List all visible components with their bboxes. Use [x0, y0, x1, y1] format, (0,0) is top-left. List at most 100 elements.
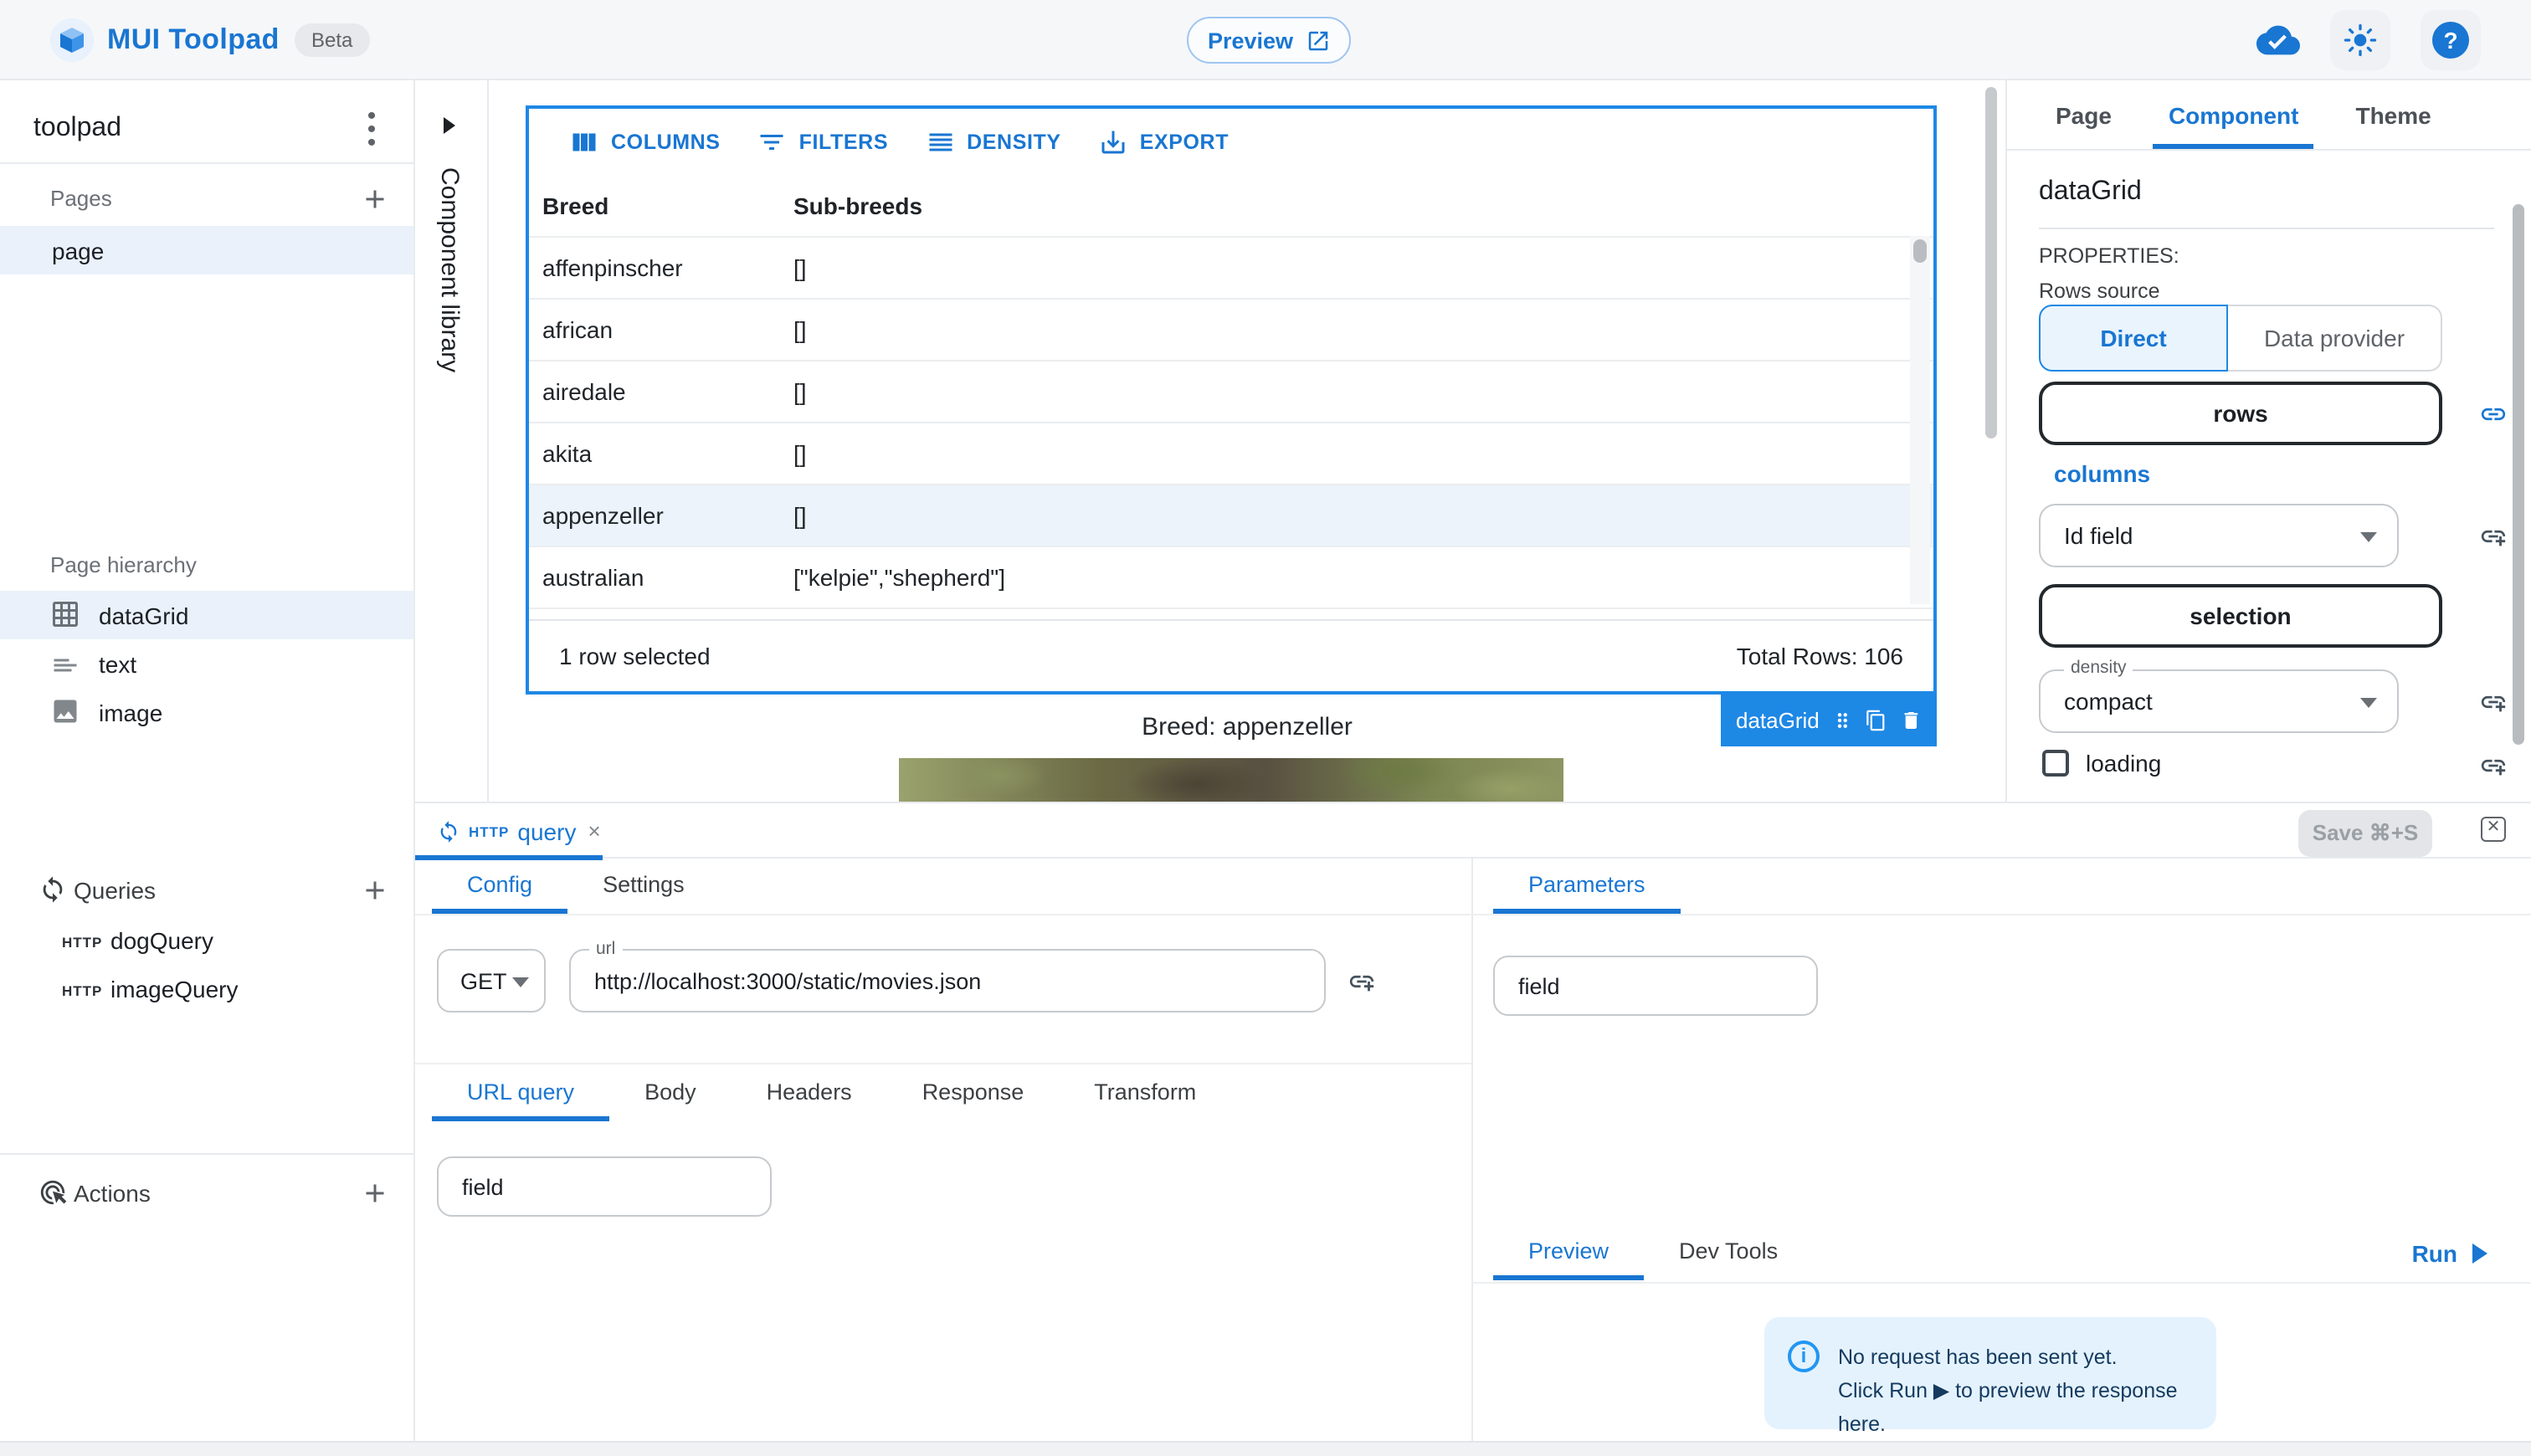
table-row[interactable]: airedale []	[529, 360, 1933, 422]
sidebar-item-page[interactable]: page	[0, 226, 413, 274]
column-header-subbreeds[interactable]: Sub-breeds	[780, 192, 1933, 219]
density-value: compact	[2064, 688, 2153, 715]
breed-cell[interactable]: australian	[529, 564, 780, 591]
breed-cell[interactable]: african	[529, 316, 780, 343]
divider	[0, 162, 413, 164]
column-header-breed[interactable]: Breed	[529, 192, 780, 219]
url-input[interactable]: http://localhost:3000/static/movies.json	[569, 949, 1326, 1013]
tab-devtools[interactable]: Dev Tools	[1644, 1222, 1813, 1280]
actions-icon	[39, 1178, 67, 1207]
image-component[interactable]	[899, 758, 1563, 802]
divider	[2039, 228, 2494, 229]
table-row[interactable]: akita []	[529, 422, 1933, 484]
text-component[interactable]: Breed: appenzeller	[489, 713, 2005, 741]
query-item-dogquery[interactable]: HTTP dogQuery	[0, 917, 413, 964]
breed-cell[interactable]: appenzeller	[529, 502, 780, 529]
add-query-button[interactable]	[360, 875, 390, 905]
datagrid-item-label: dataGrid	[99, 602, 188, 628]
id-field-select[interactable]: Id field	[2039, 504, 2399, 567]
parameter-field-input[interactable]: field	[1493, 956, 1818, 1016]
tab-theme[interactable]: Theme	[2327, 80, 2459, 149]
close-panel-icon[interactable]: ✕	[2481, 817, 2506, 842]
run-button[interactable]: Run	[2412, 1240, 2487, 1267]
query-sync-icon	[437, 819, 460, 843]
preview-tabs: Preview Dev Tools	[1493, 1222, 1813, 1280]
view-columns-icon	[569, 127, 599, 157]
tab-parameters[interactable]: Parameters	[1493, 855, 1681, 914]
breed-cell[interactable]: affenpinscher	[529, 254, 780, 281]
canvas-scrollbar[interactable]	[1985, 87, 1997, 438]
sidebar-item-image[interactable]: image	[0, 688, 413, 736]
scrollbar-thumb[interactable]	[1913, 239, 1927, 263]
component-library-panel[interactable]: Component library	[415, 80, 489, 802]
subbreeds-cell[interactable]: []	[780, 378, 1933, 405]
subbreeds-cell[interactable]: []	[780, 254, 1933, 281]
sidebar-item-text[interactable]: text	[0, 639, 413, 688]
selection-property-button[interactable]: selection	[2039, 584, 2442, 648]
preview-button[interactable]: Preview	[1187, 17, 1351, 64]
breed-cell[interactable]: akita	[529, 440, 780, 467]
sidebar-item-datagrid[interactable]: dataGrid	[0, 591, 413, 639]
open-in-new-icon	[1305, 28, 1330, 53]
component-name: dataGrid	[2039, 177, 2142, 208]
tab-preview[interactable]: Preview	[1493, 1222, 1644, 1280]
datagrid-component[interactable]: COLUMNS FILTERS DENSITY EXPORT Breed Sub…	[526, 105, 1937, 695]
rows-source-dataprovider-option[interactable]: Data provider	[2228, 305, 2442, 372]
bind-loading-link-icon[interactable]	[2479, 751, 2508, 780]
theme-toggle-button[interactable]	[2330, 10, 2390, 70]
query-item-imagequery[interactable]: HTTP imageQuery	[0, 966, 413, 1013]
method-select[interactable]: GET	[437, 949, 546, 1013]
divider	[0, 1153, 413, 1155]
subbreeds-cell[interactable]: ["kelpie","shepherd"]	[780, 564, 1933, 591]
tab-response[interactable]: Response	[887, 1063, 1060, 1121]
close-tab-icon[interactable]: ×	[588, 818, 600, 843]
datagrid-scrollbar[interactable]	[1910, 236, 1930, 604]
project-menu-button[interactable]: •••	[353, 110, 390, 151]
tab-url-query[interactable]: URL query	[432, 1063, 609, 1121]
density-button[interactable]: DENSITY	[915, 120, 1071, 164]
tab-settings[interactable]: Settings	[567, 855, 720, 914]
sync-status-button[interactable]	[2253, 17, 2303, 64]
table-row[interactable]: appenzeller []	[529, 484, 1933, 546]
subbreeds-cell[interactable]: []	[780, 502, 1933, 529]
bind-rows-link-icon[interactable]	[2479, 400, 2508, 428]
subbreeds-cell[interactable]: []	[780, 440, 1933, 467]
tab-http-query[interactable]: HTTP query ×	[415, 803, 603, 859]
rows-property-button[interactable]: rows	[2039, 382, 2442, 445]
rows-source-direct-option[interactable]: Direct	[2039, 305, 2228, 372]
breed-cell[interactable]: airedale	[529, 378, 780, 405]
url-query-field-value: field	[462, 1174, 504, 1199]
table-row[interactable]: african []	[529, 298, 1933, 360]
id-field-value: Id field	[2064, 522, 2133, 549]
method-value: GET	[460, 968, 507, 993]
bind-idfield-link-icon[interactable]	[2479, 522, 2508, 551]
columns-button[interactable]: COLUMNS	[559, 120, 731, 164]
table-row[interactable]: affenpinscher []	[529, 236, 1933, 298]
tab-headers[interactable]: Headers	[732, 1063, 887, 1121]
bind-url-link-icon[interactable]	[1348, 967, 1376, 996]
inspector-scrollbar[interactable]	[2513, 204, 2524, 745]
tab-config[interactable]: Config	[432, 855, 567, 914]
help-button[interactable]: ?	[2421, 10, 2481, 70]
subbreeds-cell[interactable]: []	[780, 316, 1933, 343]
tab-component[interactable]: Component	[2140, 80, 2328, 149]
save-button[interactable]: Save ⌘+S	[2298, 810, 2432, 857]
add-page-button[interactable]	[360, 184, 390, 214]
table-row[interactable]: australian ["kelpie","shepherd"]	[529, 546, 1933, 608]
density-select[interactable]: compact	[2039, 669, 2399, 733]
component-library-label: Component library	[435, 167, 464, 372]
mui-toolpad-app: MUI Toolpad Beta Preview ? toolpad •••	[0, 0, 2531, 1456]
page-item-label: page	[52, 237, 104, 264]
loading-checkbox[interactable]	[2042, 750, 2069, 777]
tab-body[interactable]: Body	[609, 1063, 732, 1121]
chevron-down-icon	[2360, 698, 2377, 708]
tab-transform[interactable]: Transform	[1059, 1063, 1231, 1121]
export-button[interactable]: EXPORT	[1088, 120, 1239, 164]
filters-button[interactable]: FILTERS	[747, 120, 899, 164]
bind-density-link-icon[interactable]	[2479, 688, 2508, 716]
tab-page[interactable]: Page	[2027, 80, 2140, 149]
url-query-field-input[interactable]: field	[437, 1156, 772, 1217]
add-action-button[interactable]	[360, 1178, 390, 1208]
expand-arrow-icon[interactable]	[444, 117, 455, 134]
columns-property-button[interactable]: columns	[2054, 460, 2150, 487]
